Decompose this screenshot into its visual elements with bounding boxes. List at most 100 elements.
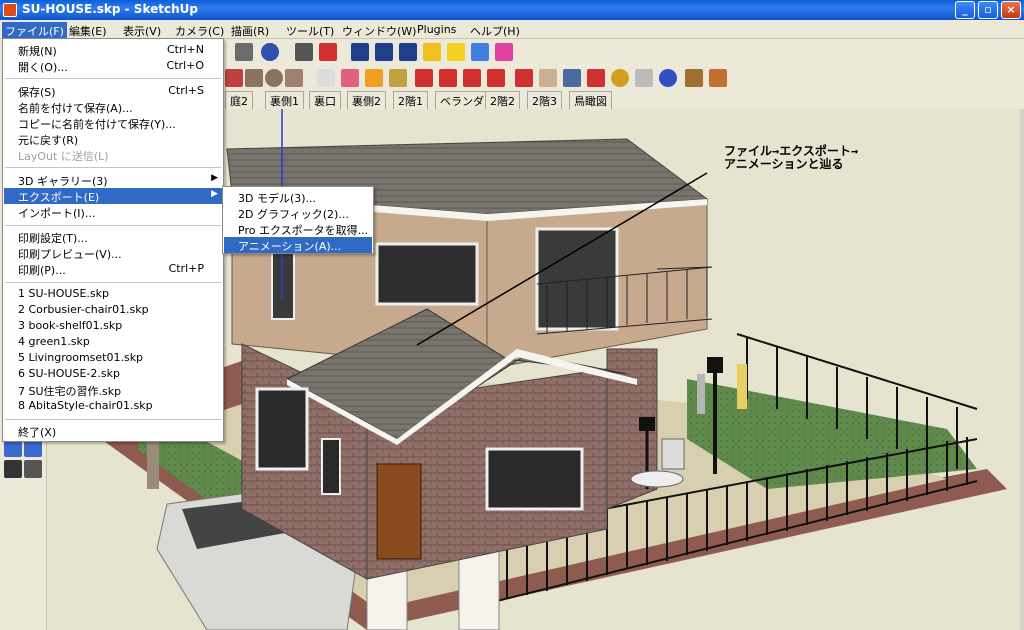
export-3d-model[interactable]: 3D モデル(3)... <box>224 189 372 205</box>
tab-veranda[interactable]: ベランダ <box>435 91 489 109</box>
recent-file-8[interactable]: 8 AbitaStyle-chair01.skp <box>4 398 222 414</box>
menu-item-exit[interactable]: 終了(X) <box>4 423 222 439</box>
menu-item-send-to-layout: LayOut に送信(L) <box>18 150 109 163</box>
menu-separator <box>5 78 221 79</box>
navigate-icon[interactable] <box>24 460 42 478</box>
patio-chair <box>661 438 685 470</box>
patio-table <box>630 470 684 488</box>
tab-2f-3[interactable]: 2階3 <box>527 91 562 109</box>
recent-file-5[interactable]: 5 Livingroomset01.skp <box>4 350 222 366</box>
pan-icon[interactable] <box>539 69 557 87</box>
lower-window-side <box>255 387 309 471</box>
orbit-icon[interactable] <box>515 69 533 87</box>
palette-icon[interactable] <box>495 43 513 61</box>
tab-garden-2[interactable]: 庭2 <box>225 91 253 109</box>
export-submenu: 3D モデル(3)... 2D グラフィック(2)... Pro エクスポータを… <box>222 186 374 254</box>
export-animation[interactable]: アニメーション(A)... <box>224 237 372 253</box>
walk-icon[interactable] <box>4 460 22 478</box>
push-pull-icon[interactable] <box>389 69 407 87</box>
close-button[interactable]: × <box>1001 1 1021 19</box>
rotate-icon[interactable] <box>439 69 457 87</box>
menu-item-import[interactable]: インポート(I)... <box>4 204 222 220</box>
menu-separator <box>5 282 221 283</box>
zoom-extents-icon[interactable] <box>587 69 605 87</box>
menu-draw[interactable]: 描画(R) <box>228 22 272 40</box>
move-icon[interactable] <box>415 69 433 87</box>
pencil-icon[interactable] <box>225 69 243 87</box>
menu-separator <box>5 225 221 226</box>
rectangle-icon[interactable] <box>245 69 263 87</box>
menu-item-revert[interactable]: 元に戻す(R) <box>4 131 222 147</box>
maximize-button[interactable]: ▫ <box>978 1 998 19</box>
recent-file-2[interactable]: 2 Corbusier-chair01.skp <box>4 302 222 318</box>
tab-birds-eye[interactable]: 鳥瞰図 <box>569 91 612 109</box>
get-models-icon[interactable] <box>611 69 629 87</box>
recent-file-6[interactable]: 6 SU-HOUSE-2.skp <box>4 366 222 382</box>
shadow-icon[interactable] <box>423 43 441 61</box>
arc-icon[interactable] <box>285 69 303 87</box>
tab-2f-1[interactable]: 2階1 <box>393 91 428 109</box>
select-icon[interactable] <box>317 69 335 87</box>
tab-back-2[interactable]: 裏側2 <box>347 91 386 109</box>
menu-item-export[interactable]: エクスポート(E) ▶ <box>4 188 222 204</box>
styles-icon[interactable] <box>471 43 489 61</box>
recent-file-7[interactable]: 7 SU住宅の習作.skp <box>4 382 222 398</box>
menu-item-3d-gallery[interactable]: 3D ギャラリー(3) ▶ <box>4 172 222 188</box>
menu-item-print-setup[interactable]: 印刷設定(T)... <box>4 229 222 245</box>
submenu-arrow-icon: ▶ <box>211 189 218 199</box>
google-earth-icon[interactable] <box>659 69 677 87</box>
lower-window-front <box>485 447 584 511</box>
recent-file-3[interactable]: 3 book-shelf01.skp <box>4 318 222 334</box>
file-menu-dropdown: 新規(N) Ctrl+N 開く(O)... Ctrl+O 保存(S) Ctrl+S 名… <box>2 38 224 442</box>
tab-back-1[interactable]: 裏側1 <box>265 91 304 109</box>
erase-icon[interactable] <box>319 43 337 61</box>
section-icon[interactable] <box>351 43 369 61</box>
menu-help[interactable]: ヘルプ(H) <box>467 22 523 40</box>
menu-item-save-copy-as[interactable]: コピーに名前を付けて保存(Y)... <box>4 115 222 131</box>
scale-icon[interactable] <box>463 69 481 87</box>
menu-bar: ファイル(F) 編集(E) 表示(V) カメラ(C) 描画(R) ツール(T) … <box>0 20 1024 40</box>
menu-separator <box>5 167 221 168</box>
title-bar: SU-HOUSE.skp - SketchUp _ ▫ × <box>0 0 1024 20</box>
right-edge <box>1020 109 1024 630</box>
menu-window[interactable]: ウィンドウ(W) <box>339 22 419 40</box>
menu-tools[interactable]: ツール(T) <box>283 22 337 40</box>
zoom-icon[interactable] <box>563 69 581 87</box>
export-2d-graphic[interactable]: 2D グラフィック(2)... <box>224 205 372 221</box>
annotation-text: ファイル→エクスポート→ アニメーションと辿る <box>724 145 858 171</box>
menu-item-open[interactable]: 開く(O)... Ctrl+O <box>4 58 222 74</box>
share-component-icon[interactable] <box>709 69 727 87</box>
window-title: SU-HOUSE.skp - SketchUp <box>22 2 198 16</box>
front-door <box>376 463 422 560</box>
offset-icon[interactable] <box>487 69 505 87</box>
fog-icon[interactable] <box>447 43 465 61</box>
eraser-icon[interactable] <box>341 69 359 87</box>
camera-icon[interactable] <box>295 43 313 61</box>
layers-icon[interactable] <box>375 43 393 61</box>
recent-file-4[interactable]: 4 green1.skp <box>4 334 222 350</box>
tab-back-door[interactable]: 裏口 <box>309 91 341 109</box>
tab-2f-2[interactable]: 2階2 <box>485 91 520 109</box>
upper-window-front <box>375 242 479 306</box>
annotation-line-2: アニメーションと辿る <box>724 157 844 171</box>
standard-toolbar <box>225 39 1024 65</box>
menu-item-new[interactable]: 新規(N) Ctrl+N <box>4 42 222 58</box>
share-model-icon[interactable] <box>635 69 653 87</box>
recent-file-1[interactable]: 1 SU-HOUSE.skp <box>4 286 222 302</box>
menu-item-print-preview[interactable]: 印刷プレビュー(V)... <box>4 245 222 261</box>
circle-icon[interactable] <box>265 69 283 87</box>
components-icon[interactable] <box>399 43 417 61</box>
model-info-icon[interactable] <box>261 43 279 61</box>
menu-item-save-as[interactable]: 名前を付けて保存(A)... <box>4 99 222 115</box>
get-pro-exporter[interactable]: Pro エクスポータを取得... <box>224 221 372 237</box>
menu-plugins[interactable]: Plugins <box>414 22 459 37</box>
paint-bucket-icon[interactable] <box>365 69 383 87</box>
drawing-toolbar <box>225 65 1024 91</box>
menu-item-print[interactable]: 印刷(P)... Ctrl+P <box>4 261 222 277</box>
print-icon[interactable] <box>235 43 253 61</box>
component-icon[interactable] <box>685 69 703 87</box>
upper-window-balcony <box>535 227 619 331</box>
sketchup-app-icon <box>3 3 17 17</box>
menu-item-save[interactable]: 保存(S) Ctrl+S <box>4 83 222 99</box>
minimize-button[interactable]: _ <box>955 1 975 19</box>
